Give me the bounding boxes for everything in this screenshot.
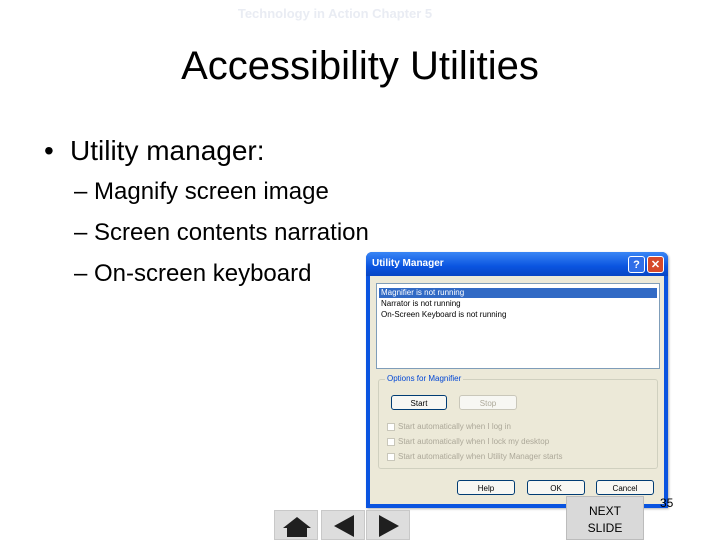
help-icon[interactable]: ? xyxy=(628,256,645,273)
option-lock[interactable]: Start automatically when I lock my deskt… xyxy=(387,437,549,448)
next-slide-line2: SLIDE xyxy=(587,521,623,535)
cancel-button[interactable]: Cancel xyxy=(596,480,654,495)
page-number: 35 xyxy=(660,496,674,510)
options-group-label: Options for Magnifier xyxy=(385,374,464,383)
utility-listbox[interactable]: Magnifier is not running Narrator is not… xyxy=(376,283,660,369)
option-login[interactable]: Start automatically when I log in xyxy=(387,422,511,433)
sub-item-keyboard: – On-screen keyboard xyxy=(74,260,312,287)
bullet-item: • Utility manager: xyxy=(44,135,265,167)
next-arrow-icon xyxy=(379,515,399,537)
list-item-narrator[interactable]: Narrator is not running xyxy=(379,299,657,309)
stop-button[interactable]: Stop xyxy=(459,395,517,410)
window-titlebar[interactable]: Utility Manager ? ✕ xyxy=(366,252,668,276)
start-button[interactable]: Start xyxy=(391,395,447,410)
option-login-label: Start automatically when I log in xyxy=(398,422,511,431)
next-arrow-button[interactable] xyxy=(366,510,410,540)
option-startup-label: Start automatically when Utility Manager… xyxy=(398,452,563,461)
ok-button[interactable]: OK xyxy=(527,480,585,495)
sub-item-magnify: – Magnify screen image xyxy=(74,178,329,205)
prev-button[interactable] xyxy=(321,510,365,540)
bullet-dot: • xyxy=(44,135,54,166)
option-lock-label: Start automatically when I lock my deskt… xyxy=(398,437,550,446)
window-title: Utility Manager xyxy=(372,258,444,269)
sub-item-narration: – Screen contents narration xyxy=(74,219,369,246)
checkbox-lock[interactable] xyxy=(387,437,395,446)
utility-manager-window: Utility Manager ? ✕ Magnifier is not run… xyxy=(366,252,668,508)
checkbox-startup[interactable] xyxy=(387,452,395,461)
bullet-text: Utility manager: xyxy=(70,135,265,166)
next-slide-line1: NEXT xyxy=(588,504,621,518)
list-item-keyboard[interactable]: On-Screen Keyboard is not running xyxy=(379,310,657,320)
list-item-magnifier[interactable]: Magnifier is not running xyxy=(379,288,657,298)
home-icon xyxy=(283,517,311,537)
options-group: Options for Magnifier Start Stop Start a… xyxy=(378,374,658,469)
help-button[interactable]: Help xyxy=(457,480,515,495)
slide-title: Accessibility Utilities xyxy=(181,44,539,88)
checkbox-login[interactable] xyxy=(387,422,395,431)
close-icon[interactable]: ✕ xyxy=(647,256,664,273)
option-startup[interactable]: Start automatically when Utility Manager… xyxy=(387,452,563,463)
next-slide-button[interactable]: NEXT SLIDE xyxy=(566,496,644,540)
home-button[interactable] xyxy=(274,510,318,540)
window-client-area: Magnifier is not running Narrator is not… xyxy=(370,276,664,504)
prev-arrow-icon xyxy=(334,515,354,537)
header-text: Technology in Action Chapter 5 xyxy=(237,6,433,21)
